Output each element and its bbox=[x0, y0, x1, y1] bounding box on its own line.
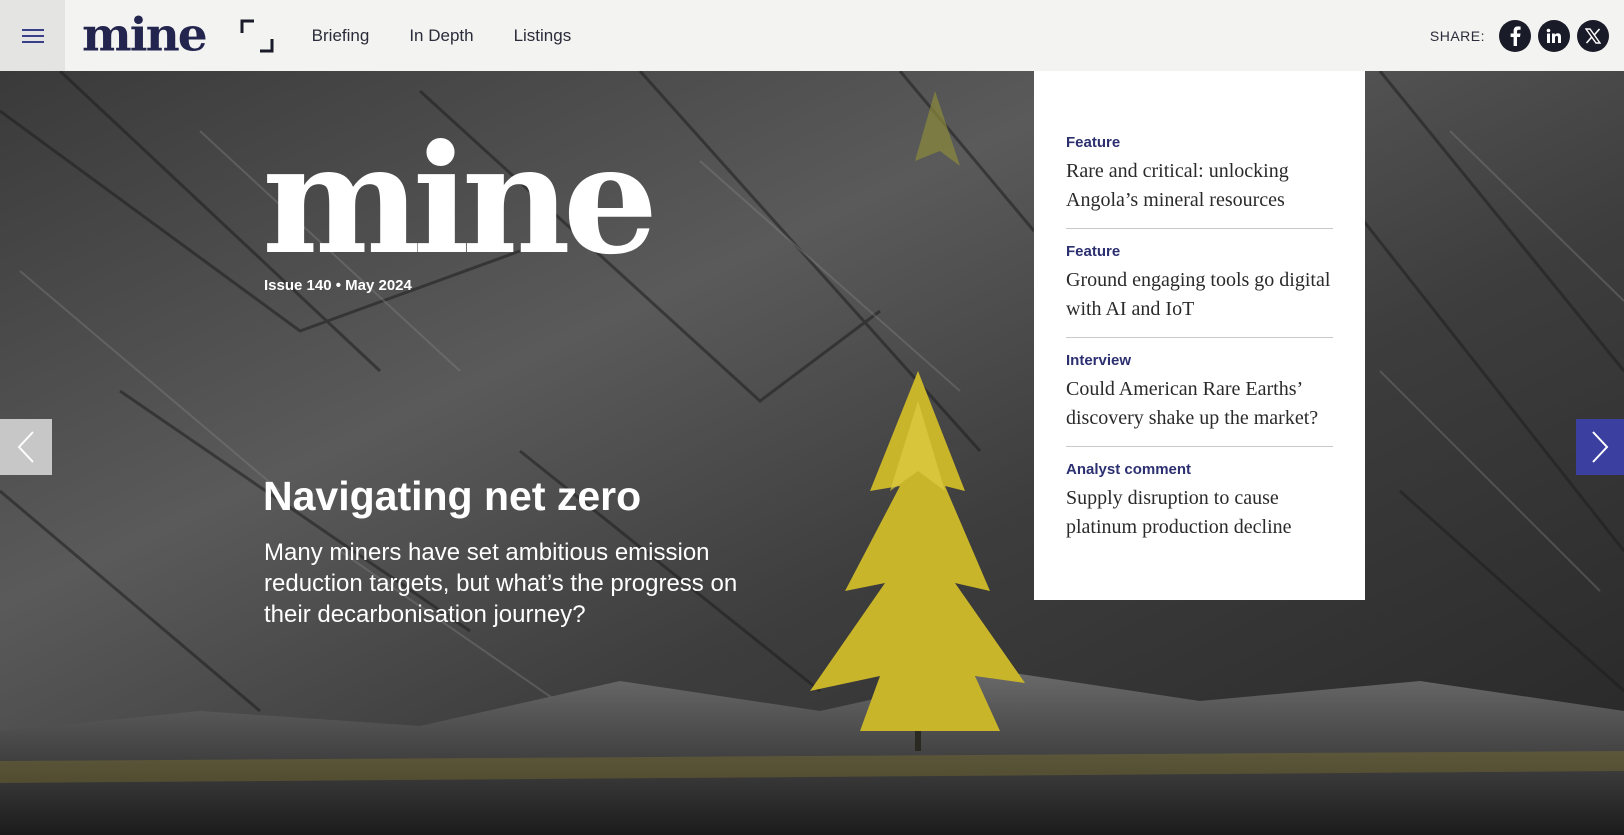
hamburger-icon bbox=[21, 28, 44, 43]
linkedin-icon bbox=[1546, 28, 1561, 43]
article-title[interactable]: Ground engaging tools go digital with AI… bbox=[1066, 266, 1333, 324]
chevron-left-icon bbox=[17, 431, 34, 463]
article-card[interactable]: Feature Ground engaging tools go digital… bbox=[1066, 243, 1333, 338]
share-label: SHARE: bbox=[1429, 27, 1485, 44]
x-share-button[interactable] bbox=[1577, 19, 1609, 52]
article-category: Interview bbox=[1066, 352, 1132, 369]
brand-logo[interactable]: mine bbox=[82, 12, 208, 58]
article-category: Feature bbox=[1066, 134, 1121, 151]
linkedin-share-button[interactable] bbox=[1538, 19, 1570, 52]
facebook-share-button[interactable] bbox=[1499, 19, 1531, 52]
share-bar: SHARE: bbox=[1430, 0, 1609, 71]
previous-slide-button[interactable] bbox=[0, 419, 52, 475]
articles-panel: Feature Rare and critical: unlocking Ang… bbox=[1034, 71, 1365, 600]
cover-standfirst: Many miners have set ambitious emission … bbox=[264, 539, 738, 628]
article-title[interactable]: Supply disruption to cause platinum prod… bbox=[1066, 484, 1333, 542]
issue-logo: mine bbox=[262, 112, 658, 288]
article-card[interactable]: Interview Could American Rare Earths’ di… bbox=[1066, 352, 1333, 447]
article-title[interactable]: Rare and critical: unlocking Angola’s mi… bbox=[1066, 157, 1333, 215]
hero-section: mine Issue 140 • May 2024 Navigating net… bbox=[0, 71, 1624, 835]
article-card[interactable]: Feature Rare and critical: unlocking Ang… bbox=[1066, 134, 1333, 229]
article-category: Feature bbox=[1066, 243, 1121, 260]
fullscreen-icon[interactable] bbox=[240, 19, 274, 53]
hero-background-image bbox=[0, 71, 1624, 835]
chevron-right-icon bbox=[1592, 431, 1609, 463]
facebook-icon bbox=[1510, 25, 1521, 46]
menu-button[interactable] bbox=[0, 0, 65, 71]
issue-info: Issue 140 • May 2024 bbox=[264, 277, 412, 294]
article-title[interactable]: Could American Rare Earths’ discovery sh… bbox=[1066, 375, 1333, 433]
nav-listings[interactable]: Listings bbox=[514, 26, 572, 46]
nav-in-depth[interactable]: In Depth bbox=[409, 26, 473, 46]
nav-briefing[interactable]: Briefing bbox=[312, 26, 370, 46]
article-category: Analyst comment bbox=[1066, 461, 1192, 478]
main-nav: Briefing In Depth Listings bbox=[312, 26, 612, 46]
next-slide-button[interactable] bbox=[1576, 419, 1624, 475]
cover-headline[interactable]: Navigating net zero bbox=[263, 473, 641, 520]
article-card[interactable]: Analyst comment Supply disruption to cau… bbox=[1066, 461, 1333, 555]
x-icon bbox=[1585, 27, 1601, 44]
top-bar: mine Briefing In Depth Listings SHARE: bbox=[0, 0, 1624, 71]
